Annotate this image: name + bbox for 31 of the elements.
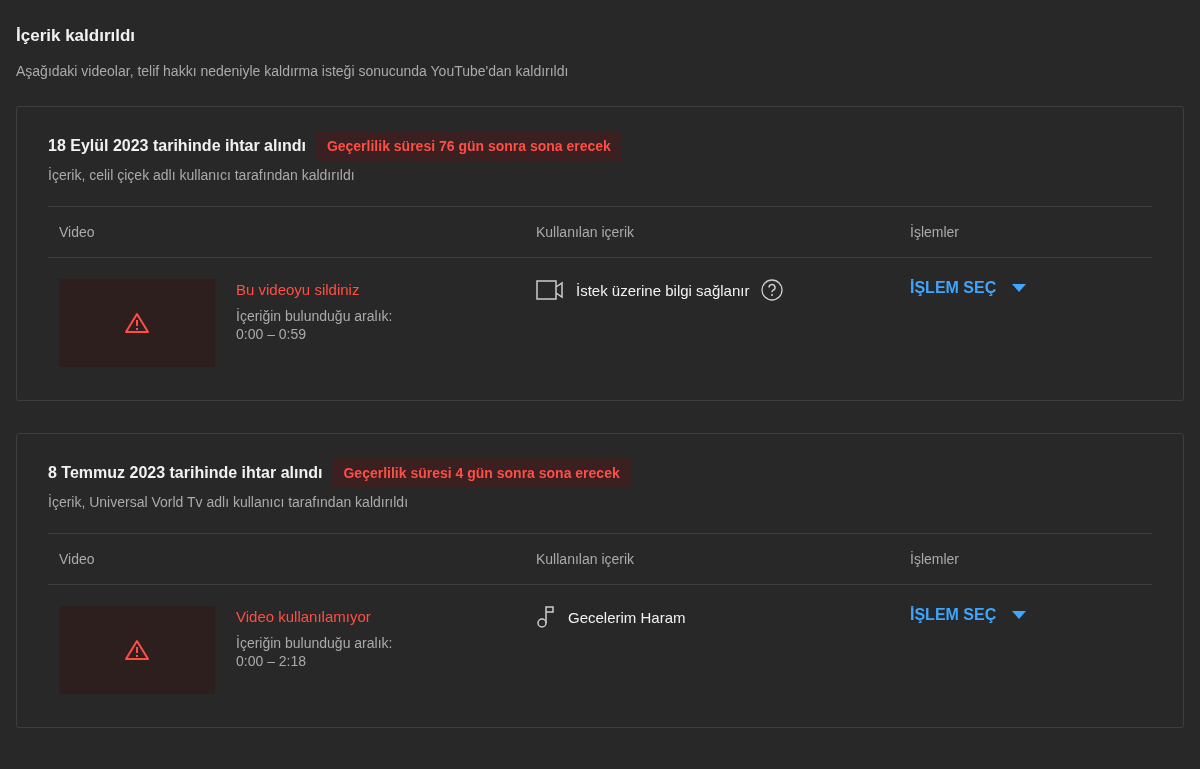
expiry-badge: Geçerlilik süresi 4 gün sonra sona erecek bbox=[332, 458, 631, 488]
warning-icon bbox=[124, 639, 150, 661]
caret-icon bbox=[1012, 611, 1027, 619]
column-header: İşlemler bbox=[899, 534, 1152, 585]
video-status: Bu videoyu sildiniz bbox=[236, 281, 361, 298]
column-header: Kullanılan içerik bbox=[525, 534, 899, 585]
content-title: İstek üzerine bilgi sağlanır bbox=[576, 281, 750, 299]
strike-heading: 18 Eylül 2023 tarihinde ihtar alındı bbox=[48, 137, 306, 155]
warning-icon bbox=[124, 312, 150, 334]
time-range: 0:00 – 0:59 bbox=[236, 326, 308, 342]
column-header: Video bbox=[48, 534, 525, 585]
page-title: İçerik kaldırıldı bbox=[16, 26, 137, 46]
video-status: Video kullanılamıyor bbox=[236, 608, 372, 625]
range-label: İçeriğin bulunduğu aralık: bbox=[236, 635, 393, 651]
time-range: 0:00 – 2:18 bbox=[236, 653, 308, 669]
range-label: İçeriğin bulunduğu aralık: bbox=[236, 308, 393, 324]
page-subtitle: Aşağıdaki videolar, telif hakkı nedeniyle kaldırma isteği sonucunda YouTube'dan kaldırıldı bbox=[16, 63, 570, 79]
expiry-badge: Geçerlilik süresi 76 gün sonra sona erecek bbox=[315, 131, 622, 161]
help-icon[interactable] bbox=[761, 279, 784, 301]
select-action-button[interactable]: İŞLEM SEÇ bbox=[910, 606, 1027, 624]
column-header: Kullanılan içerik bbox=[525, 207, 899, 258]
strike-heading: 8 Temmuz 2023 tarihinde ihtar alındı bbox=[48, 464, 323, 482]
caret-icon bbox=[1012, 284, 1027, 292]
video-camera-icon bbox=[536, 280, 564, 300]
select-action-button[interactable]: İŞLEM SEÇ bbox=[910, 279, 1027, 297]
column-header: Video bbox=[48, 207, 525, 258]
music-note-icon bbox=[536, 606, 556, 628]
column-header: İşlemler bbox=[899, 207, 1152, 258]
removed-by-text: İçerik, Universal Vorld Tv adlı kullanıcı tarafından kaldırıldı bbox=[48, 494, 409, 510]
content-title: Gecelerim Haram bbox=[568, 608, 686, 626]
removed-by-text: İçerik, celil çiçek adlı kullanıcı tarafından kaldırıldı bbox=[48, 167, 356, 183]
